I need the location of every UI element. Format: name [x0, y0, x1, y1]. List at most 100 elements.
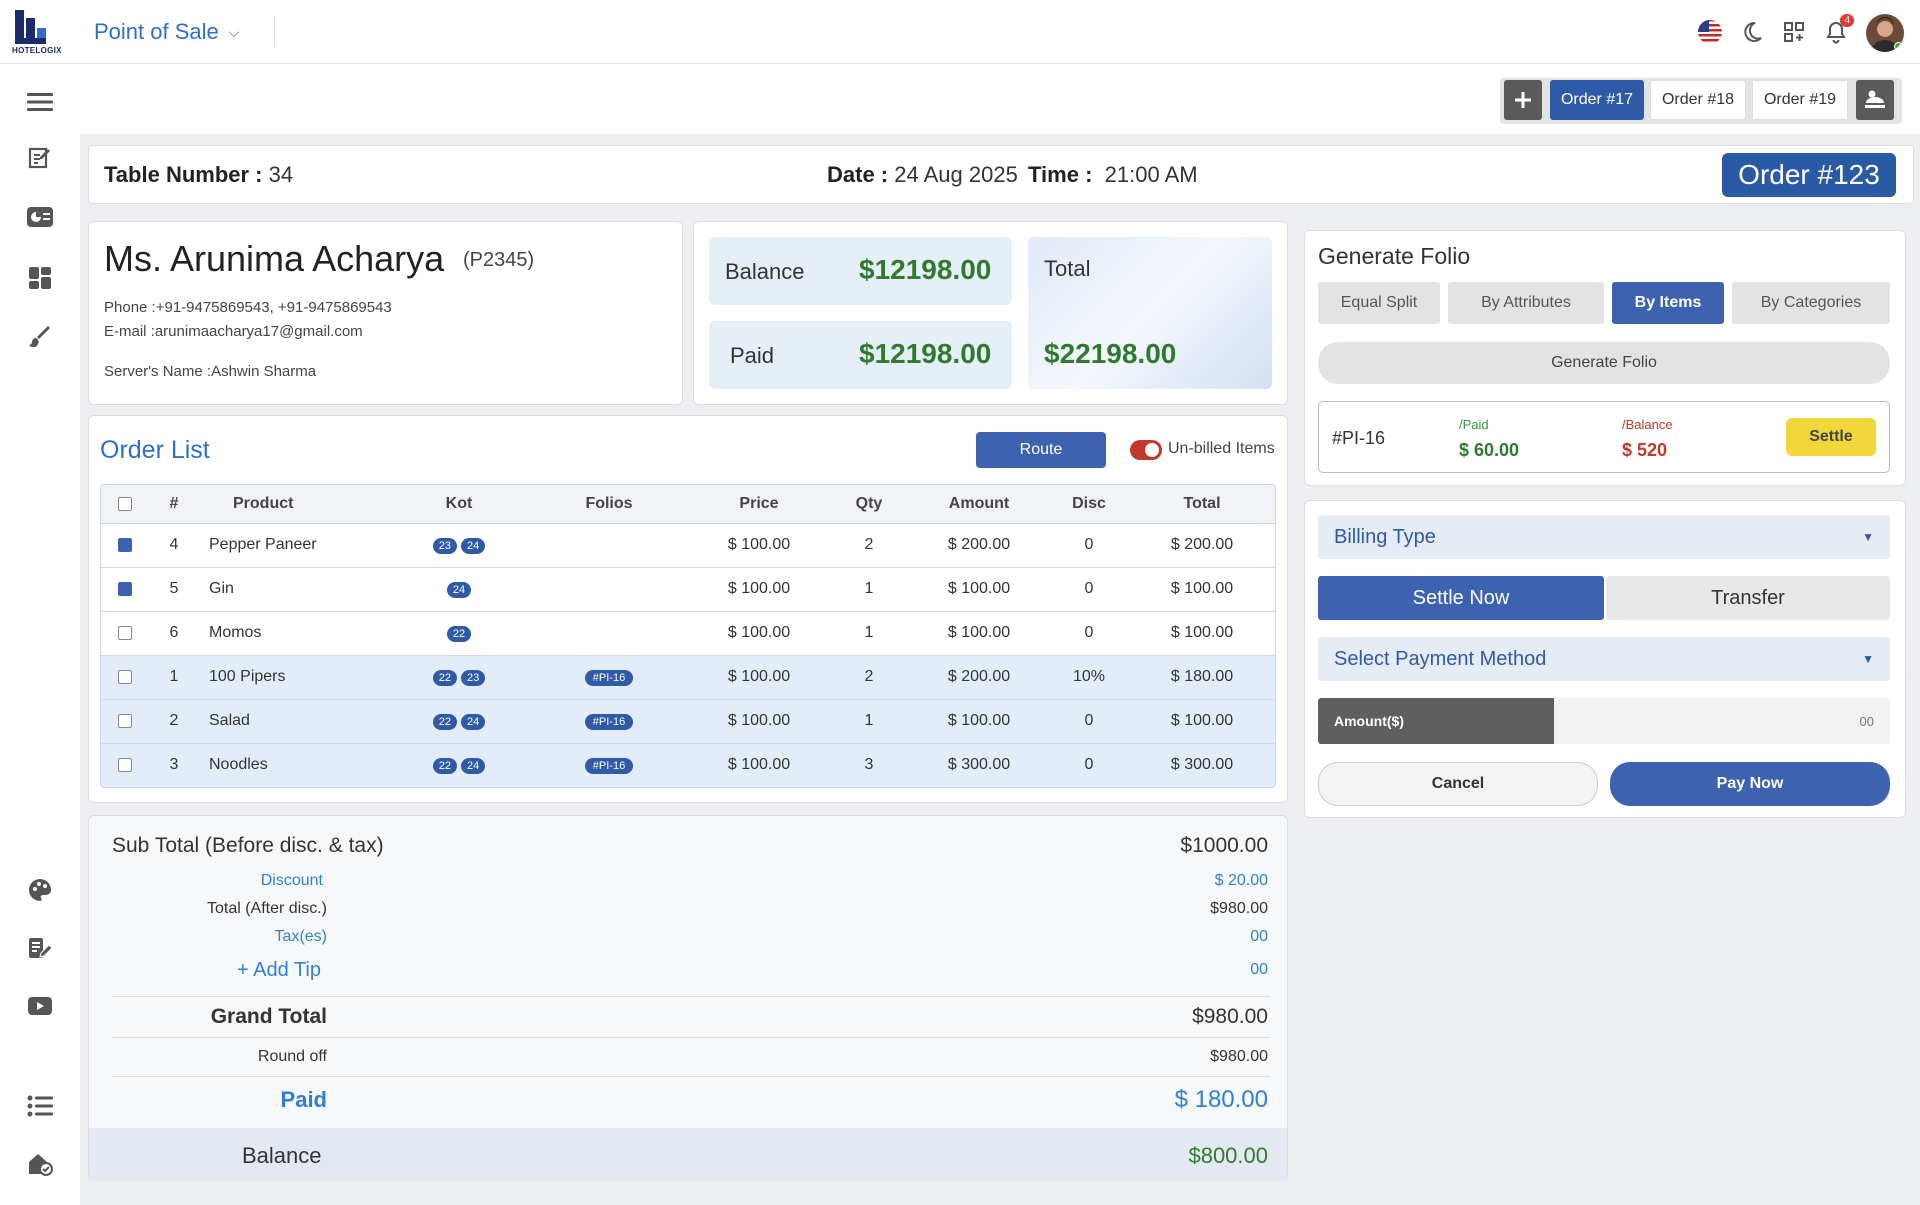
- row-checkbox[interactable]: [101, 698, 149, 743]
- add-tip-button[interactable]: + Add Tip: [237, 959, 321, 982]
- folio-paid-label: /Paid: [1459, 417, 1489, 432]
- row-product: Noodles: [199, 742, 389, 787]
- chef-icon[interactable]: [1856, 80, 1894, 120]
- video-icon[interactable]: [24, 990, 56, 1022]
- server-name: Server's Name :Ashwin Sharma: [104, 363, 317, 380]
- brush-icon[interactable]: [24, 322, 56, 354]
- row-price: $ 100.00: [689, 566, 829, 611]
- us-flag-icon[interactable]: [1696, 18, 1724, 46]
- guest-phone: Phone :+91-9475869543, +91-9475869543: [104, 299, 392, 316]
- row-num: 3: [149, 742, 199, 787]
- kot-badge: 22: [432, 758, 457, 775]
- hotelogix-logo[interactable]: HOTELOGIX: [12, 8, 68, 56]
- table-row[interactable]: 2 Salad 22 24 #PI-16 $ 100.00 1 $ 100.00 0 $ 100.…: [101, 698, 1275, 743]
- row-folio: #PI-16: [529, 698, 689, 743]
- unbilled-toggle[interactable]: [1130, 440, 1162, 460]
- row-amount: $ 100.00: [909, 610, 1049, 655]
- kot-badge: 24: [461, 538, 486, 554]
- row-checkbox[interactable]: [101, 654, 149, 699]
- table-row[interactable]: 5 Gin 24 $ 100.00 1 $ 100.00 0 $ 100.00: [101, 566, 1275, 611]
- tab-order-17[interactable]: Order #17: [1550, 80, 1644, 120]
- avatar[interactable]: [1866, 14, 1904, 52]
- route-button[interactable]: Route: [976, 432, 1106, 468]
- add-order-button[interactable]: [1504, 80, 1542, 120]
- round-off-value: $980.00: [1210, 1048, 1268, 1065]
- row-kot: 22 24: [389, 698, 529, 743]
- discount-link[interactable]: Discount: [261, 872, 323, 890]
- row-folio: [529, 566, 689, 611]
- kot-badge: 24: [446, 582, 472, 598]
- billing-edit-icon[interactable]: [24, 932, 56, 964]
- divider: [112, 1037, 1270, 1038]
- palette-icon[interactable]: [24, 874, 56, 906]
- split-by-attributes-button[interactable]: By Attributes: [1448, 282, 1604, 324]
- row-disc: 0: [1049, 522, 1129, 567]
- kot-badge: 23: [461, 670, 486, 686]
- settle-now-tab[interactable]: Settle Now: [1318, 576, 1604, 620]
- row-num: 4: [149, 522, 199, 567]
- pay-now-button[interactable]: Pay Now: [1610, 762, 1890, 806]
- row-product: Salad: [199, 698, 389, 743]
- row-kot: 22 24: [389, 742, 529, 787]
- row-checkbox[interactable]: [101, 566, 149, 611]
- split-by-items-button[interactable]: By Items: [1612, 282, 1724, 324]
- tax-value: 00: [1250, 928, 1268, 945]
- row-checkbox[interactable]: [101, 610, 149, 655]
- split-by-categories-button[interactable]: By Categories: [1732, 282, 1890, 324]
- table-row[interactable]: 4 Pepper Paneer 23 24 $ 100.00 2 $ 200.00 0 $ 20…: [101, 522, 1275, 567]
- row-checkbox[interactable]: [101, 742, 149, 787]
- row-price: $ 100.00: [689, 610, 829, 655]
- row-total: $ 200.00: [1129, 522, 1275, 567]
- notification-count: 4: [1840, 14, 1854, 27]
- payment-method-dropdown[interactable]: Select Payment Method ▼: [1318, 637, 1890, 681]
- table-row[interactable]: 3 Noodles 22 24 #PI-16 $ 100.00 3 $ 300.00 0 $ 30…: [101, 742, 1275, 787]
- bell-icon[interactable]: 4: [1822, 14, 1854, 46]
- moon-icon[interactable]: [1738, 18, 1766, 46]
- apps-grid-icon[interactable]: [1780, 18, 1808, 46]
- summary-paid-label: Paid: [280, 1087, 327, 1112]
- menu-icon[interactable]: [24, 86, 56, 118]
- paid-label: Paid: [730, 343, 775, 368]
- kot-badge: 22: [432, 670, 457, 686]
- task-list-icon[interactable]: [24, 1090, 56, 1122]
- table-row[interactable]: 1 100 Pipers 22 23 #PI-16 $ 100.00 2 $ 200.00 10…: [101, 654, 1275, 699]
- dashboard-icon[interactable]: [24, 262, 56, 294]
- balance-label: Balance: [725, 259, 805, 284]
- summary-balance-value: $800.00: [1188, 1143, 1268, 1168]
- settle-button[interactable]: Settle: [1786, 418, 1876, 456]
- amount-input[interactable]: [1554, 698, 1890, 744]
- table-header: # Product Kot Folios Price Qty Amount Di…: [101, 485, 1275, 523]
- table-row[interactable]: 6 Momos 22 $ 100.00 1 $ 100.00 0 $ 100.00: [101, 610, 1275, 655]
- row-checkbox[interactable]: [101, 522, 149, 567]
- edit-list-icon[interactable]: [24, 141, 56, 173]
- tab-order-18[interactable]: Order #18: [1650, 80, 1746, 120]
- payment-method-label: Select Payment Method: [1334, 647, 1547, 670]
- transfer-tab[interactable]: Transfer: [1606, 576, 1890, 620]
- tax-link[interactable]: Tax(es): [275, 928, 327, 946]
- generate-folio-title: Generate Folio: [1318, 243, 1471, 269]
- row-num: 5: [149, 566, 199, 611]
- billing-type-dropdown[interactable]: Billing Type ▼: [1318, 515, 1890, 559]
- cancel-button[interactable]: Cancel: [1318, 762, 1598, 806]
- app-title: Point of Sale: [94, 19, 219, 44]
- generate-folio-button[interactable]: Generate Folio: [1318, 342, 1890, 384]
- select-all-checkbox[interactable]: [101, 485, 149, 523]
- billing-type-label: Billing Type: [1334, 525, 1436, 548]
- unbilled-label: Un-billed Items: [1168, 440, 1275, 457]
- row-num: 6: [149, 610, 199, 655]
- row-disc: 0: [1049, 742, 1129, 787]
- divider: [274, 16, 275, 46]
- col-product: Product: [199, 485, 389, 523]
- app-switcher[interactable]: Point of Sale ⌵: [94, 19, 239, 45]
- tab-order-19[interactable]: Order #19: [1752, 80, 1848, 120]
- split-equal-button[interactable]: Equal Split: [1318, 282, 1440, 324]
- hotel-check-icon[interactable]: [24, 1148, 56, 1180]
- row-kot: 23 24: [389, 522, 529, 567]
- subtotal-label: Sub Total (Before disc. & tax): [112, 834, 384, 857]
- folio-paid-value: $ 60.00: [1459, 440, 1520, 460]
- row-price: $ 100.00: [689, 698, 829, 743]
- col-price: Price: [689, 485, 829, 523]
- guest-name: Ms. Arunima Acharya: [104, 238, 445, 279]
- reports-card-icon[interactable]: [24, 201, 56, 233]
- row-product: Gin: [199, 566, 389, 611]
